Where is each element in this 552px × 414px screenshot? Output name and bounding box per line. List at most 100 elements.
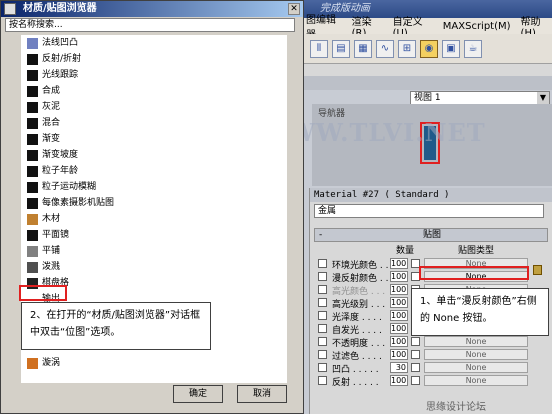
list-item-label: 渐变: [42, 134, 61, 144]
map-label: 光泽度 . . . .: [332, 313, 382, 323]
map-enable-checkbox[interactable]: [318, 298, 327, 307]
map-enable-checkbox[interactable]: [318, 324, 327, 333]
list-scrollbar[interactable]: [287, 35, 301, 383]
material-editor-icon[interactable]: ◉: [420, 39, 438, 58]
map-none-button[interactable]: None: [424, 349, 528, 360]
map-none-button[interactable]: None: [424, 375, 528, 386]
list-item[interactable]: 光线跟踪: [27, 69, 287, 82]
list-item-label: 粒子年龄: [42, 166, 79, 176]
close-icon[interactable]: ✕: [288, 3, 300, 15]
map-type-icon: [27, 86, 38, 97]
lock-icon[interactable]: [533, 265, 542, 275]
maps-rollout-header[interactable]: - 贴图: [314, 228, 548, 242]
toolbar-strip: [300, 64, 552, 76]
map-type-icon: [27, 38, 38, 49]
map-enable-checkbox[interactable]: [318, 311, 327, 320]
list-item[interactable]: 平铺: [27, 245, 287, 258]
map-type-icon: [27, 150, 38, 161]
list-item-label: 泼溅: [42, 262, 61, 272]
map-enable-checkbox[interactable]: [318, 272, 327, 281]
material-name-field[interactable]: 金属: [314, 204, 544, 218]
map-amount-spinner[interactable]: 100: [390, 271, 408, 282]
callout-step1: 1、单击“漫反射颜色”右侧的 None 按钮。: [411, 288, 549, 336]
map-enable-checkbox[interactable]: [318, 363, 327, 372]
map-checkbox[interactable]: [411, 376, 420, 385]
layer-icon[interactable]: ▦: [354, 39, 372, 58]
list-item-label: 法线凹凸: [42, 38, 79, 48]
map-enable-checkbox[interactable]: [318, 350, 327, 359]
map-amount-spinner[interactable]: 100: [390, 323, 408, 334]
rollout-title: 贴图: [423, 230, 442, 240]
map-label: 高光级别 . . .: [332, 300, 386, 310]
map-checkbox[interactable]: [411, 363, 420, 372]
map-amount-spinner[interactable]: 100: [390, 375, 408, 386]
list-item[interactable]: 木材: [27, 213, 287, 226]
list-item-label: 光线跟踪: [42, 70, 79, 80]
search-input[interactable]: 按名称搜索...: [5, 18, 295, 32]
curve-editor-icon[interactable]: ∿: [376, 39, 394, 58]
map-type-icon: [27, 118, 38, 129]
list-item-label: 平铺: [42, 246, 61, 256]
list-item[interactable]: 混合: [27, 117, 287, 130]
list-item[interactable]: 粒子运动模糊: [27, 181, 287, 194]
map-enable-checkbox[interactable]: [318, 259, 327, 268]
list-item[interactable]: 漩涡: [27, 357, 287, 370]
list-item[interactable]: 反射/折射: [27, 53, 287, 66]
render-teapot-icon[interactable]: ☕: [464, 39, 482, 58]
schematic-icon[interactable]: ⊞: [398, 39, 416, 58]
footer-watermark: 思缘设计论坛 WWW.MISSYUAN.COM: [426, 402, 536, 414]
list-item[interactable]: 灰泥: [27, 101, 287, 114]
map-type-icon: [27, 182, 38, 193]
menu-maxscript[interactable]: MAXScript(M): [443, 21, 511, 32]
list-item[interactable]: 合成: [27, 85, 287, 98]
diffuse-none-highlight: [419, 266, 529, 280]
mirror-icon[interactable]: ⫴: [310, 39, 328, 58]
map-type-icon: [27, 134, 38, 145]
map-label: 漫反射颜色 . .: [332, 274, 389, 284]
list-item[interactable]: 平面镜: [27, 229, 287, 242]
map-enable-checkbox[interactable]: [318, 285, 327, 294]
viewport-bar: [300, 76, 552, 90]
map-type-icon: [27, 198, 38, 209]
bitmap-highlight: [19, 285, 67, 301]
render-setup-icon[interactable]: ▣: [442, 39, 460, 58]
map-none-button[interactable]: None: [424, 336, 528, 347]
list-item[interactable]: 渐变: [27, 133, 287, 146]
align-icon[interactable]: ▤: [332, 39, 350, 58]
map-type-icon: [27, 246, 38, 257]
map-row: 反射 . . . . . 100 None: [310, 375, 552, 388]
list-item-label: 渐变坡度: [42, 150, 79, 160]
map-amount-spinner[interactable]: 100: [390, 284, 408, 295]
list-item[interactable]: 每像素摄影机贴图: [27, 197, 287, 210]
map-label: 高光颜色 . . .: [332, 287, 386, 297]
map-amount-spinner[interactable]: 100: [390, 336, 408, 347]
list-item[interactable]: 渐变坡度: [27, 149, 287, 162]
map-enable-checkbox[interactable]: [318, 376, 327, 385]
map-amount-spinner[interactable]: 100: [390, 310, 408, 321]
ok-button[interactable]: 确定: [173, 385, 223, 403]
list-item-label: 木材: [42, 214, 61, 224]
list-item-label: 每像素摄影机贴图: [42, 198, 115, 208]
map-type-icon: [27, 214, 38, 225]
map-amount-spinner[interactable]: 100: [390, 258, 408, 269]
map-amount-spinner[interactable]: 100: [390, 349, 408, 360]
list-item-label: 混合: [42, 118, 61, 128]
dialog-app-icon: [4, 3, 16, 15]
map-checkbox[interactable]: [411, 350, 420, 359]
map-enable-checkbox[interactable]: [318, 337, 327, 346]
rollout-toggle: -: [319, 230, 323, 240]
map-checkbox[interactable]: [411, 337, 420, 346]
map-amount-spinner[interactable]: 30: [390, 362, 408, 373]
map-row: 不透明度 . . . 100 None: [310, 336, 552, 349]
map-row: 凹凸 . . . . . 30 None: [310, 362, 552, 375]
material-title: Material #27 ( Standard ): [310, 188, 552, 202]
cancel-button[interactable]: 取消: [237, 385, 287, 403]
map-none-button[interactable]: None: [424, 362, 528, 373]
callout-step2: 2、在打开的“材质/贴图浏览器”对话框中双击“位图”选项。: [21, 302, 211, 350]
list-item[interactable]: 法线凹凸: [27, 37, 287, 50]
list-item[interactable]: 粒子年龄: [27, 165, 287, 178]
dialog-title-bar: 材质/贴图浏览器 ✕: [1, 1, 303, 17]
viewport-dropdown[interactable]: 视图 1 ▼: [410, 91, 550, 105]
map-amount-spinner[interactable]: 100: [390, 297, 408, 308]
list-item[interactable]: 泼溅: [27, 261, 287, 274]
